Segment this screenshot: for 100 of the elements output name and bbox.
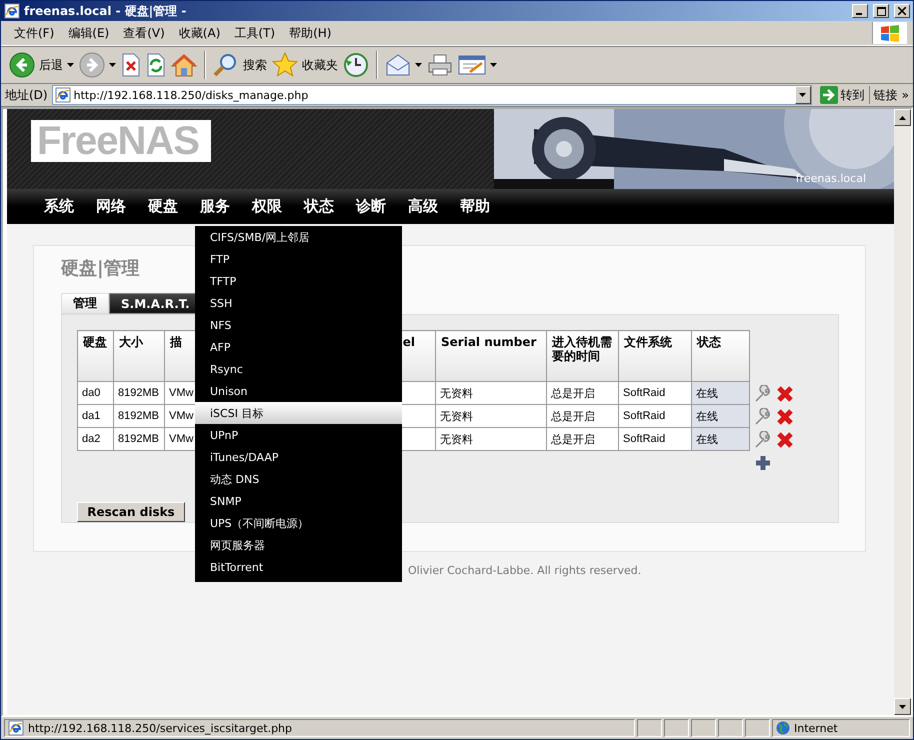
menu-item[interactable]: 编辑(E) xyxy=(61,24,116,42)
nav-item[interactable]: 诊断 xyxy=(356,197,386,216)
close-button[interactable] xyxy=(894,4,910,18)
add-icon[interactable] xyxy=(754,454,772,472)
maximize-icon xyxy=(876,6,886,16)
rescan-button[interactable]: Rescan disks xyxy=(77,502,185,522)
address-field[interactable]: http://192.168.118.250/disks_manage.php xyxy=(52,85,812,105)
window-title: freenas.local - 硬盘|管理 - xyxy=(24,2,188,20)
nav-item[interactable]: 硬盘 xyxy=(148,197,178,216)
nav-item[interactable]: 状态 xyxy=(304,197,334,216)
chevron-button[interactable]: » xyxy=(902,88,909,102)
toolbar-label[interactable]: 搜索 xyxy=(243,56,267,74)
table-cell: da2 xyxy=(78,428,114,450)
dropdown-icon[interactable] xyxy=(799,93,806,97)
refresh-icon[interactable] xyxy=(146,53,166,77)
menu-item[interactable]: SNMP xyxy=(195,490,402,512)
page-icon xyxy=(54,87,71,103)
back-icon[interactable] xyxy=(9,52,35,78)
wrench-icon[interactable] xyxy=(754,408,772,426)
maximize-button[interactable] xyxy=(873,4,889,18)
close-icon xyxy=(898,7,906,15)
delete-icon[interactable] xyxy=(776,430,794,448)
history-icon[interactable] xyxy=(343,52,369,78)
mail-icon[interactable] xyxy=(385,53,411,77)
page-heading: 硬盘|管理 xyxy=(61,259,140,279)
scrollbar[interactable] xyxy=(894,109,911,715)
table-cell: 8192MB xyxy=(114,428,164,450)
column-header: Serial number xyxy=(436,330,546,382)
menu-item[interactable]: 网页服务器 xyxy=(195,534,402,556)
scroll-down-icon[interactable] xyxy=(899,704,906,708)
toolbar-label[interactable]: 收藏夹 xyxy=(302,56,338,74)
status-text: http://192.168.118.250/services_iscsitarget.php xyxy=(28,722,292,734)
caret-icon[interactable] xyxy=(67,63,74,67)
table-cell: da0 xyxy=(78,382,114,404)
menu-item[interactable]: TFTP xyxy=(195,270,402,292)
delete-icon[interactable] xyxy=(776,408,794,426)
nav-item[interactable]: 系统 xyxy=(44,197,74,216)
menu-item[interactable]: 工具(T) xyxy=(227,24,282,42)
table-cell: 无资料 xyxy=(436,428,546,450)
menu-item[interactable]: 查看(V) xyxy=(116,24,172,42)
menu-item[interactable]: BitTorrent xyxy=(195,556,402,578)
table-cell: SoftRaid xyxy=(618,428,692,450)
browser-icon xyxy=(4,3,20,19)
logo: FreeNAS xyxy=(31,120,211,162)
caret-icon[interactable] xyxy=(415,63,422,67)
stop-icon[interactable] xyxy=(121,53,141,77)
table-cell: 8192MB xyxy=(114,382,164,404)
menu-item[interactable]: UPS（不间断电源） xyxy=(195,512,402,534)
column-header: 大小 xyxy=(114,330,164,382)
status-pane xyxy=(691,719,716,737)
table-cell: SoftRaid xyxy=(618,382,692,404)
status-pane xyxy=(637,719,662,737)
table-cell: 无资料 xyxy=(436,404,546,428)
table-cell: 在线 xyxy=(692,428,750,450)
table-cell: 在线 xyxy=(692,404,750,428)
menu-item[interactable]: 动态 DNS xyxy=(195,468,402,490)
search-icon[interactable] xyxy=(213,52,239,78)
printer-icon[interactable] xyxy=(427,53,453,77)
table-cell: SoftRaid xyxy=(618,404,692,428)
delete-icon[interactable] xyxy=(776,384,794,402)
wrench-icon[interactable] xyxy=(754,384,772,402)
wrench-icon[interactable] xyxy=(754,430,772,448)
table-cell: 无资料 xyxy=(436,382,546,404)
caret-icon[interactable] xyxy=(109,63,116,67)
nav-item[interactable]: 高级 xyxy=(408,197,438,216)
menu-item[interactable]: 文件(F) xyxy=(7,24,62,42)
menu-item[interactable]: CIFS/SMB/网上邻居 xyxy=(195,226,402,248)
hostname: freenas.local xyxy=(796,172,866,185)
table-cell: 8192MB xyxy=(114,404,164,428)
menu-item[interactable]: iSCSI 目标 xyxy=(195,402,402,424)
tab[interactable]: 管理 xyxy=(61,293,109,314)
table-cell: 总是开启 xyxy=(546,382,618,404)
menu-item[interactable]: 收藏(A) xyxy=(172,24,228,42)
scroll-up-icon[interactable] xyxy=(899,116,906,120)
address-label: 地址(D) xyxy=(5,86,48,104)
menu-item[interactable]: 帮助(H) xyxy=(282,24,338,42)
nav-item[interactable]: 网络 xyxy=(96,197,126,216)
status-pane xyxy=(664,719,689,737)
star-icon[interactable] xyxy=(272,52,298,78)
menu-item[interactable]: FTP xyxy=(195,248,402,270)
links-button[interactable]: 链接 xyxy=(874,86,898,104)
column-header: 进入待机需要的时间 xyxy=(546,330,618,382)
status-pane xyxy=(718,719,743,737)
table-cell: 在线 xyxy=(692,382,750,404)
column-header: 硬盘 xyxy=(78,330,114,382)
toolbar-label[interactable]: 后退 xyxy=(39,56,63,74)
edit-icon[interactable] xyxy=(458,54,486,76)
table-cell: da1 xyxy=(78,404,114,428)
nav-item[interactable]: 权限 xyxy=(252,197,282,216)
go-button[interactable]: 转到 xyxy=(840,86,865,104)
caret-icon[interactable] xyxy=(490,63,497,67)
footer-text: Olivier Cochard-Labbe. All rights reserved. xyxy=(408,564,642,577)
nav-item[interactable]: 帮助 xyxy=(460,197,490,216)
zone-label: Internet xyxy=(794,722,838,734)
table-cell: 总是开启 xyxy=(546,404,618,428)
nav-item[interactable]: 服务 xyxy=(200,197,230,216)
page-icon xyxy=(8,720,24,736)
home-icon[interactable] xyxy=(171,53,197,77)
status-pane xyxy=(745,719,770,737)
minimize-button[interactable] xyxy=(852,4,868,18)
